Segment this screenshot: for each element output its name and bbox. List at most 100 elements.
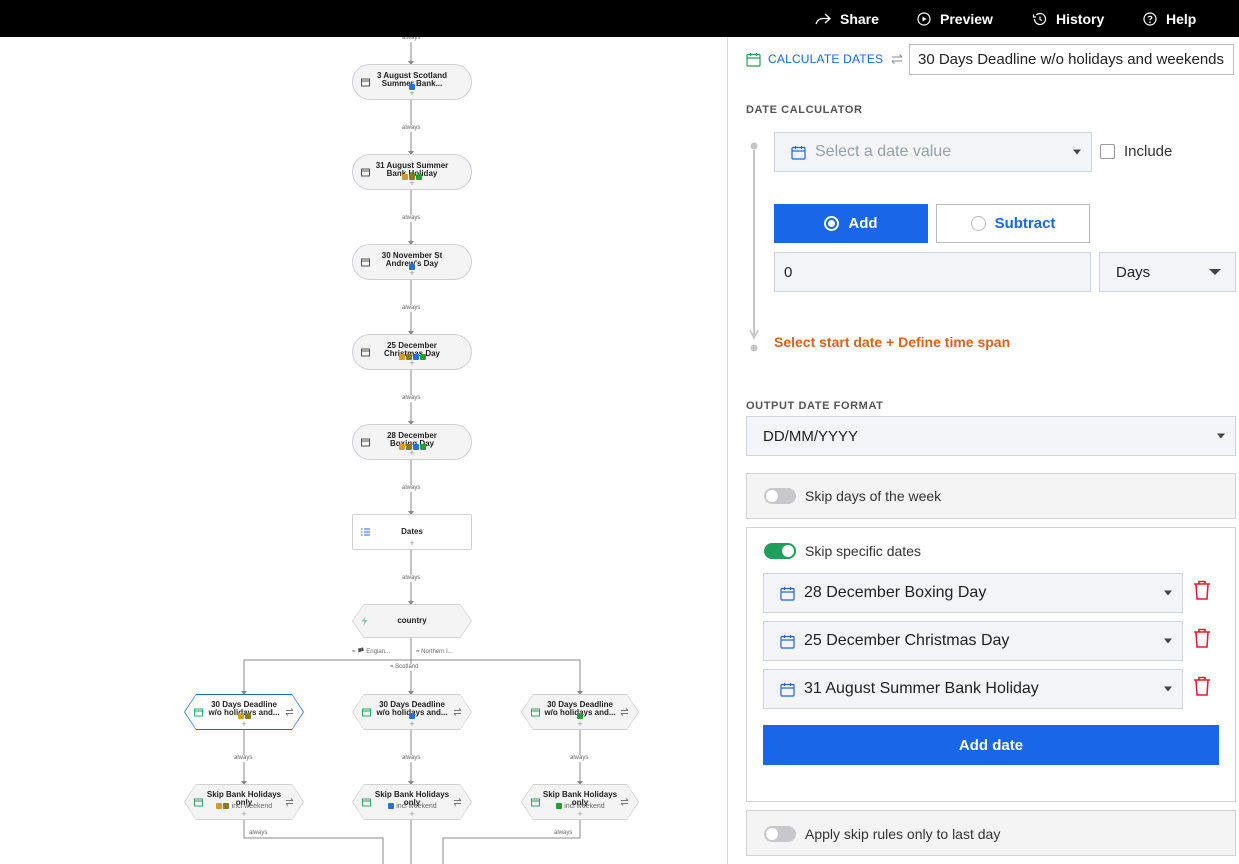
include-checkbox[interactable] — [1100, 144, 1115, 159]
play-circle-icon — [917, 11, 931, 26]
share-label: Share — [840, 10, 879, 27]
add-step-icon[interactable]: + — [184, 720, 304, 729]
share-button[interactable]: Share — [815, 0, 879, 37]
preview-label: Preview — [940, 10, 993, 27]
add-step-icon[interactable]: + — [352, 720, 472, 729]
radio-selected-icon — [824, 216, 840, 231]
swap-icon[interactable] — [891, 53, 903, 65]
flow-node-28-december[interactable]: 28 December Boxing Day + — [352, 424, 472, 460]
flow-node-31-august[interactable]: 31 August Summer Bank Holiday + — [352, 154, 472, 190]
apply-last-day-toggle[interactable] — [764, 826, 796, 842]
calendar-icon — [746, 52, 761, 67]
output-format-label: OUTPUT DATE FORMAT — [746, 400, 884, 412]
add-step-icon[interactable]: + — [353, 179, 471, 188]
flow-node-25-december[interactable]: 25 December Christmas Day + — [352, 334, 472, 370]
calendar-icon — [780, 586, 795, 601]
add-radio-button[interactable]: Add — [774, 204, 928, 243]
add-label: Add — [848, 215, 878, 232]
include-label: Include — [1124, 143, 1173, 160]
skip-specific-label: Skip specific dates — [805, 543, 921, 559]
amount-input[interactable]: 0 — [774, 252, 1091, 292]
node-title: country — [397, 616, 427, 625]
edge-label: always — [569, 755, 590, 762]
flow-node-3-august[interactable]: 3 August Scotland Summer Bank... + — [352, 64, 472, 100]
unit-select[interactable]: Days — [1099, 252, 1236, 292]
help-button[interactable]: Help — [1143, 0, 1196, 37]
node-subtitle-text: incl weekend — [231, 803, 273, 810]
history-icon — [1032, 12, 1047, 25]
lightning-icon — [360, 617, 369, 626]
flow-node-deadline-england[interactable]: 30 Days Deadline w/o holidays and... + — [184, 694, 304, 730]
trash-icon[interactable] — [1193, 580, 1211, 600]
flow-node-skip-scotland[interactable]: Skip Bank Holidays only incl weekend + — [352, 784, 472, 820]
calendar-icon — [791, 145, 806, 160]
amount-value: 0 — [784, 263, 793, 281]
flow-canvas[interactable]: always always always always always alway… — [0, 37, 727, 864]
start-date-placeholder: Select a date value — [815, 143, 952, 160]
trash-icon[interactable] — [1193, 676, 1211, 696]
flow-node-deadline-northern-ireland[interactable]: 30 Days Deadline w/o holidays and... + — [521, 694, 639, 730]
swap-icon — [620, 708, 629, 717]
edge-label: always — [401, 485, 422, 492]
list-icon — [361, 528, 370, 536]
node-subtitle-text: incl weekend — [564, 803, 605, 810]
history-button[interactable]: History — [1032, 0, 1104, 37]
step-name-input[interactable]: 30 Days Deadline w/o holidays and weeken… — [909, 44, 1234, 75]
add-step-icon[interactable]: + — [353, 359, 471, 368]
swap-icon — [285, 708, 294, 717]
swap-icon — [453, 708, 462, 717]
chevron-down-icon — [1209, 269, 1221, 275]
add-date-button[interactable]: Add date — [763, 725, 1219, 765]
add-step-icon[interactable]: + — [521, 810, 639, 819]
add-step-icon[interactable]: + — [352, 810, 472, 819]
calendar-icon — [361, 258, 370, 267]
flow-node-30-november[interactable]: 30 November St Andrew's Day + — [352, 244, 472, 280]
add-step-icon[interactable]: + — [353, 89, 471, 98]
start-date-select[interactable]: Select a date value — [774, 132, 1092, 172]
help-label: Help — [1166, 10, 1197, 27]
add-step-icon[interactable]: + — [353, 449, 471, 458]
help-icon — [1143, 11, 1157, 26]
chevron-down-icon — [1073, 149, 1081, 155]
panel-type-label: CALCULATE DATES — [768, 52, 884, 66]
edge-label: always — [248, 830, 269, 837]
skip-specific-toggle[interactable] — [764, 543, 796, 559]
add-step-icon[interactable]: + — [521, 720, 639, 729]
calendar-icon — [361, 438, 370, 447]
history-label: History — [1056, 10, 1105, 27]
skip-days-card: Skip days of the week — [746, 473, 1236, 519]
edge-label: always — [401, 37, 422, 42]
skip-date-select[interactable]: 31 August Summer Bank Holiday — [763, 669, 1183, 709]
skip-date-value: 28 December Boxing Day — [804, 584, 987, 601]
flow-node-country[interactable]: country — [352, 604, 472, 638]
flow-node-deadline-scotland[interactable]: 30 Days Deadline w/o holidays and... + — [352, 694, 472, 730]
edge-label: always — [401, 395, 422, 402]
chevron-down-icon — [1164, 638, 1172, 644]
branch-label-england: = 🏴 Englan... — [351, 649, 391, 656]
swap-icon — [285, 798, 294, 807]
edge-label: always — [233, 755, 254, 762]
skip-days-toggle[interactable] — [764, 488, 796, 504]
include-checkbox-row[interactable]: Include — [1100, 143, 1172, 160]
radio-unselected-icon — [970, 216, 986, 231]
branch-label-scotland: = Scotland — [389, 664, 420, 671]
preview-button[interactable]: Preview — [917, 0, 993, 37]
output-format-value: DD/MM/YYYY — [763, 427, 859, 445]
add-step-icon[interactable]: + — [353, 269, 471, 278]
unit-value: Days — [1116, 263, 1151, 281]
apply-last-day-label: Apply skip rules only to last day — [805, 826, 1001, 842]
flow-node-skip-northern-ireland[interactable]: Skip Bank Holidays only incl weekend + — [521, 784, 639, 820]
add-step-icon[interactable]: + — [184, 810, 304, 819]
skip-date-select[interactable]: 25 December Christmas Day — [763, 621, 1183, 661]
add-step-icon[interactable]: + — [353, 539, 471, 548]
skip-date-value: 31 August Summer Bank Holiday — [804, 680, 1039, 697]
skip-date-select[interactable]: 28 December Boxing Day — [763, 573, 1183, 613]
subtract-label: Subtract — [994, 215, 1056, 232]
skip-specific-card: Skip specific dates 28 December Boxing D… — [746, 527, 1236, 802]
flow-node-skip-england[interactable]: Skip Bank Holidays only incl weekend + — [184, 784, 304, 820]
calendar-icon — [361, 348, 370, 357]
flow-node-dates[interactable]: Dates + — [352, 514, 472, 550]
subtract-radio-button[interactable]: Subtract — [936, 204, 1090, 243]
trash-icon[interactable] — [1193, 628, 1211, 648]
output-format-select[interactable]: DD/MM/YYYY — [746, 416, 1236, 456]
